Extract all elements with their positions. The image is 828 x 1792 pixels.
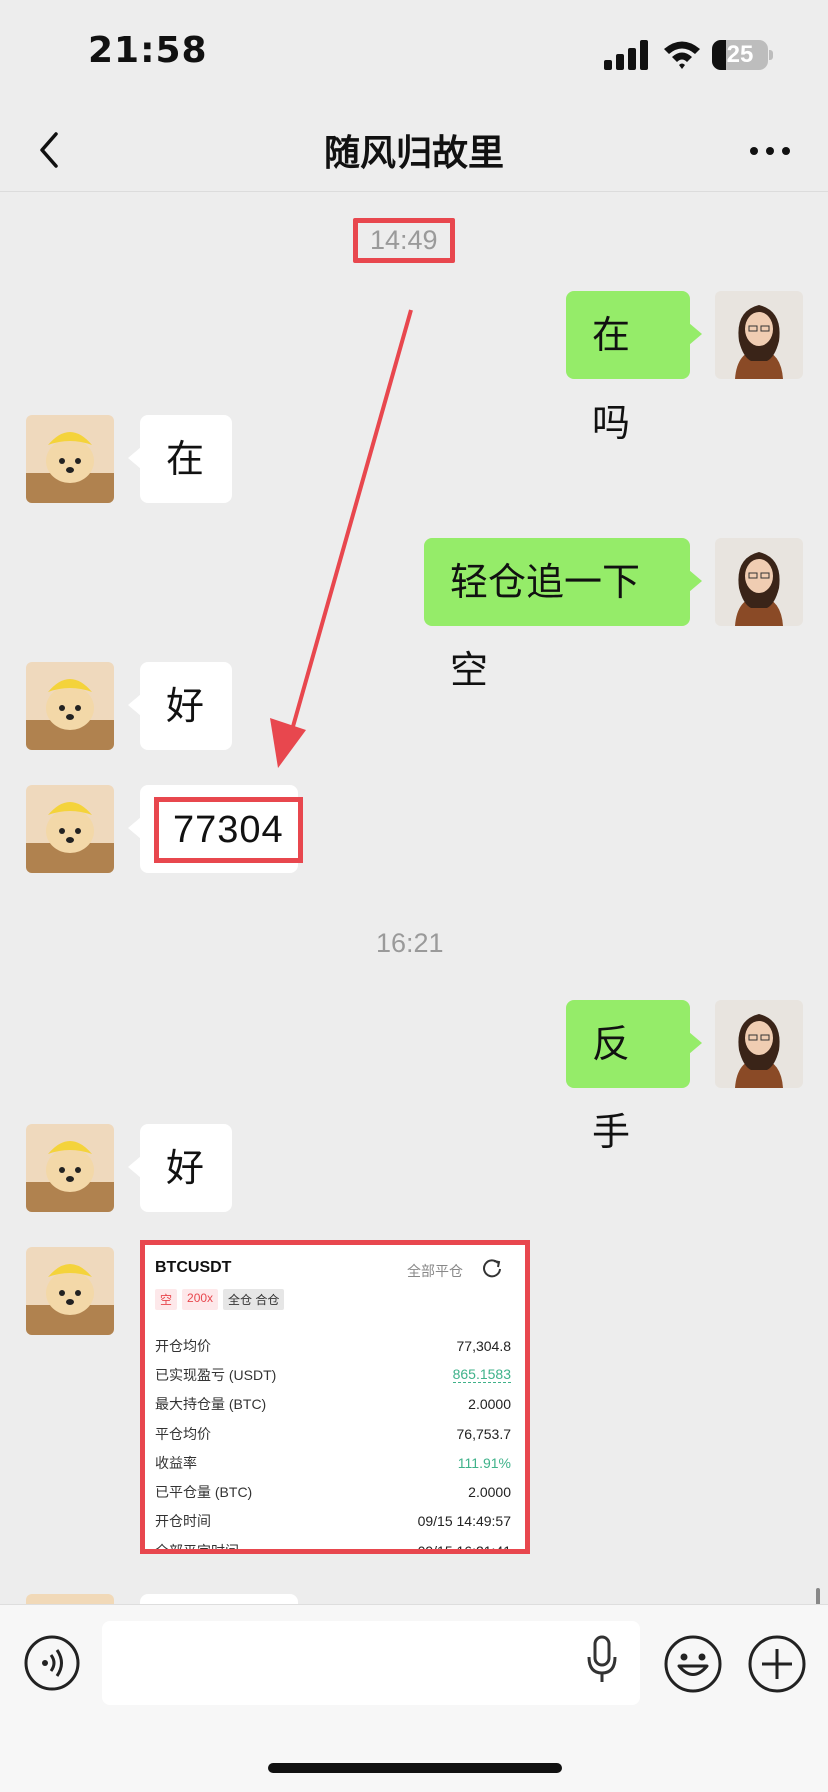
signal-icon <box>604 40 648 70</box>
trade-screenshot-image[interactable]: BTCUSDT 全部平仓 空 200x 全仓 合仓 开仓均价 77,304.8 已… <box>140 1240 530 1554</box>
trade-row: 平仓均价 76,753.7 <box>155 1419 511 1448</box>
trade-row: 最大持仓量 (BTC) 2.0000 <box>155 1390 511 1419</box>
emoji-icon[interactable] <box>664 1635 722 1693</box>
timestamp: 16:21 <box>376 928 444 958</box>
my-message-bubble[interactable]: 反手 <box>566 1000 702 1154</box>
row-label: 已实现盈亏 (USDT) <box>155 1366 277 1383</box>
chat-title: 随风归故里 <box>323 133 504 174</box>
refresh-icon <box>483 1259 501 1278</box>
row-value: 77,304.8 <box>456 1337 512 1354</box>
contact-message-bubble[interactable]: 在 <box>128 415 232 503</box>
nav-bar: 随风归故里 <box>0 110 828 192</box>
row-value: 865.1583 <box>452 1366 511 1384</box>
contact-avatar[interactable] <box>26 1124 114 1212</box>
row-label: 平仓均价 <box>155 1425 211 1442</box>
row-value: 76,753.7 <box>456 1425 512 1442</box>
timestamp-highlighted: 14:49 <box>353 218 455 263</box>
contact-avatar[interactable] <box>26 415 114 503</box>
row-label: 开仓均价 <box>155 1337 211 1354</box>
wifi-icon <box>664 41 700 69</box>
row-label: 最大持仓量 (BTC) <box>155 1396 267 1413</box>
more-icon[interactable] <box>748 136 792 166</box>
margin-mode-tag: 全仓 合仓 <box>223 1289 285 1310</box>
trade-row: 收益率 111.91% <box>155 1448 511 1477</box>
highlighted-price: 77304 <box>154 797 303 863</box>
leverage-tag: 200x <box>182 1289 219 1310</box>
home-indicator[interactable] <box>268 1763 562 1773</box>
trade-row: 全部平完时间 09/15 16:21:41 <box>155 1536 511 1554</box>
direction-tag: 空 <box>155 1289 178 1310</box>
row-value: 09/15 16:21:41 <box>417 1542 511 1554</box>
row-label: 收益率 <box>155 1454 197 1471</box>
status-bar: 21:58 25 <box>0 0 828 110</box>
battery-level: 25 <box>726 41 754 68</box>
row-label: 已平仓量 (BTC) <box>155 1484 253 1501</box>
row-value: 2.0000 <box>468 1484 511 1501</box>
trade-row: 开仓时间 09/15 14:49:57 <box>155 1507 511 1536</box>
trade-symbol: BTCUSDT <box>155 1259 232 1276</box>
contact-message-bubble[interactable]: 77304 <box>128 785 303 873</box>
mic-icon[interactable] <box>586 1635 618 1685</box>
contact-avatar[interactable] <box>26 662 114 750</box>
plus-icon[interactable] <box>748 1635 806 1693</box>
my-avatar[interactable] <box>715 291 803 379</box>
contact-avatar[interactable] <box>26 785 114 873</box>
row-label: 全部平完时间 <box>155 1542 239 1554</box>
my-message-bubble[interactable]: 在吗 <box>566 291 702 445</box>
my-message-bubble[interactable]: 轻仓追一下空 <box>424 538 702 692</box>
row-value: 111.91% <box>457 1454 511 1471</box>
contact-message-bubble[interactable]: 好 <box>128 1124 232 1212</box>
position-tags: 空 200x 全仓 合仓 <box>155 1289 285 1310</box>
trade-details: 开仓均价 77,304.8 已实现盈亏 (USDT) 865.1583 最大持仓量 … <box>155 1331 511 1554</box>
status-time: 21:58 <box>88 30 208 71</box>
trade-row: 已平仓量 (BTC) 2.0000 <box>155 1477 511 1506</box>
message-input[interactable] <box>102 1621 640 1705</box>
row-label: 开仓时间 <box>155 1513 211 1530</box>
contact-avatar[interactable] <box>26 1247 114 1335</box>
trade-row: 开仓均价 77,304.8 <box>155 1331 511 1360</box>
row-value: 09/15 14:49:57 <box>417 1513 511 1530</box>
trade-row: 已实现盈亏 (USDT) 865.1583 <box>155 1360 511 1389</box>
contact-message-bubble[interactable]: 好 <box>128 662 232 750</box>
battery-tip <box>769 50 773 60</box>
battery-icon: 25 <box>712 40 768 70</box>
close-all-label: 全部平仓 <box>407 1263 463 1279</box>
row-value: 2.0000 <box>468 1396 511 1413</box>
my-avatar[interactable] <box>715 538 803 626</box>
voice-icon[interactable] <box>24 1635 80 1691</box>
my-avatar[interactable] <box>715 1000 803 1088</box>
